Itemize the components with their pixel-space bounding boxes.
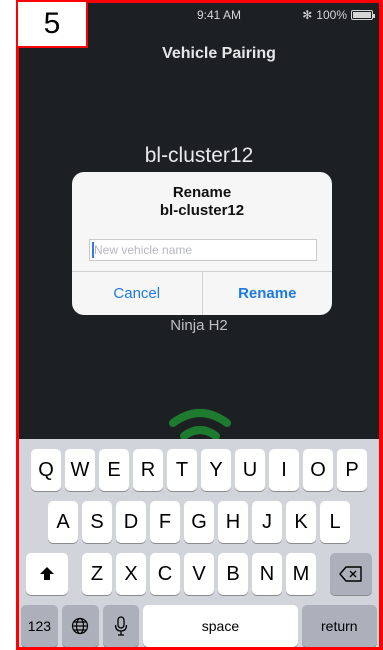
dialog-title: Rename bl-cluster12 — [72, 172, 332, 220]
key-e[interactable]: E — [99, 449, 129, 491]
device-model: Ninja H2 — [170, 317, 228, 334]
key-w[interactable]: W — [65, 449, 95, 491]
globe-key[interactable] — [61, 605, 99, 647]
key-g[interactable]: G — [184, 501, 214, 543]
text-cursor — [92, 242, 94, 258]
key-k[interactable]: K — [286, 501, 316, 543]
rename-dialog: Rename bl-cluster12 Cancel Rename — [72, 172, 332, 315]
key-h[interactable]: H — [218, 501, 248, 543]
numbers-key[interactable]: 123 — [21, 605, 58, 647]
keyboard-row-3: Z X C V B N M — [19, 553, 379, 595]
key-n[interactable]: N — [252, 553, 282, 595]
dialog-title-line2: bl-cluster12 — [159, 202, 245, 219]
battery-icon — [351, 10, 375, 20]
keyboard-row-4: 123 space return — [19, 605, 379, 647]
keyboard: Q W E R T Y U I O P A S D F G H J K L Z … — [19, 439, 379, 647]
globe-icon — [72, 617, 89, 635]
key-u[interactable]: U — [235, 449, 265, 491]
backspace-key[interactable] — [330, 553, 372, 595]
key-l[interactable]: L — [320, 501, 350, 543]
key-r[interactable]: R — [133, 449, 163, 491]
key-t[interactable]: T — [167, 449, 197, 491]
cancel-button[interactable]: Cancel — [72, 272, 202, 315]
keyboard-row-1: Q W E R T Y U I O P — [19, 449, 379, 491]
shift-key[interactable] — [26, 553, 68, 595]
key-a[interactable]: A — [48, 501, 78, 543]
vehicle-name-input[interactable] — [89, 239, 317, 261]
backspace-icon — [339, 566, 362, 582]
key-q[interactable]: Q — [31, 449, 61, 491]
device-name: bl-cluster12 — [144, 144, 254, 167]
key-s[interactable]: S — [82, 501, 112, 543]
key-x[interactable]: X — [116, 553, 146, 595]
key-b[interactable]: B — [218, 553, 248, 595]
dialog-actions: Cancel Rename — [72, 271, 332, 315]
status-indicators: ✻ 100% — [302, 8, 375, 22]
rename-button[interactable]: Rename — [201, 272, 333, 315]
key-d[interactable]: D — [116, 501, 146, 543]
keyboard-row-2: A S D F G H J K L — [19, 501, 379, 543]
phone-screen: 9:41 AM ✻ 100% Vehicle Pairing bl-cluste… — [19, 3, 379, 647]
step-number-badge: 5 — [16, 0, 88, 48]
microphone-key[interactable] — [102, 605, 140, 647]
shift-icon — [40, 567, 54, 580]
key-j[interactable]: J — [252, 501, 282, 543]
key-m[interactable]: M — [286, 553, 316, 595]
key-f[interactable]: F — [150, 501, 180, 543]
dialog-title-line1: Rename — [172, 184, 232, 201]
return-key[interactable]: return — [301, 605, 377, 647]
key-c[interactable]: C — [150, 553, 180, 595]
key-z[interactable]: Z — [82, 553, 112, 595]
key-p[interactable]: P — [337, 449, 367, 491]
key-y[interactable]: Y — [201, 449, 231, 491]
key-i[interactable]: I — [269, 449, 299, 491]
microphone-icon — [114, 616, 128, 636]
key-v[interactable]: V — [184, 553, 214, 595]
battery-percent: 100% — [316, 8, 347, 22]
key-o[interactable]: O — [303, 449, 333, 491]
annotation-frame: 9:41 AM ✻ 100% Vehicle Pairing bl-cluste… — [16, 0, 383, 650]
space-key[interactable]: space — [143, 605, 298, 647]
bluetooth-icon: ✻ — [302, 8, 313, 22]
